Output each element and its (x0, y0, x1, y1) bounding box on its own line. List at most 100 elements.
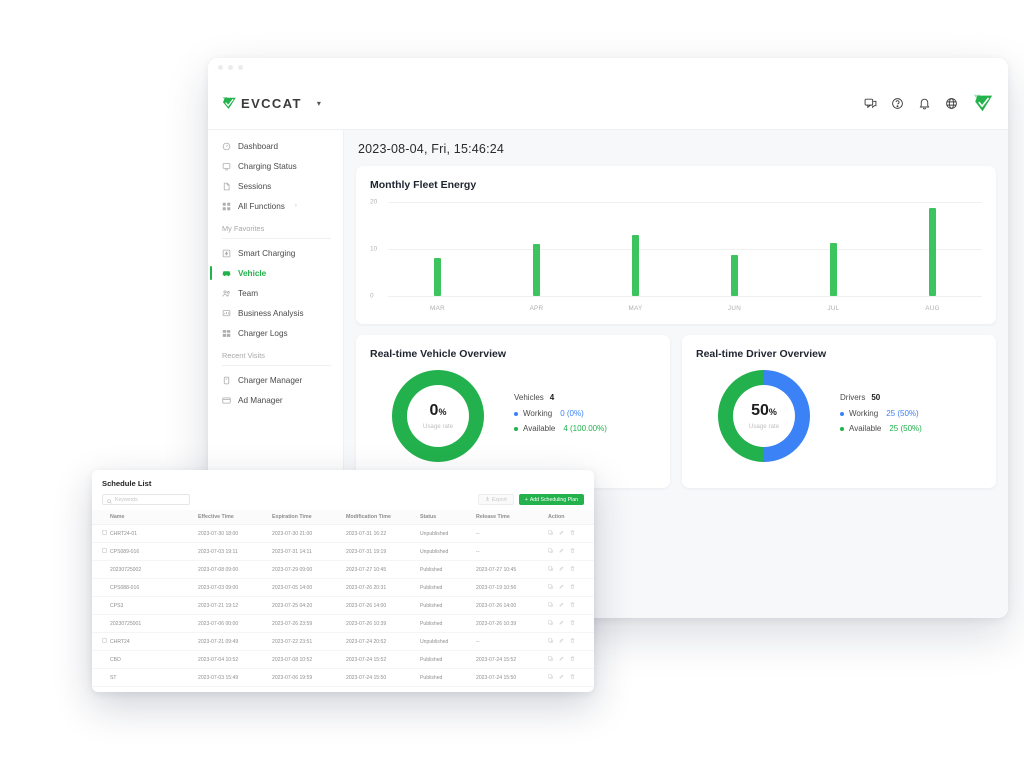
col-select (92, 510, 110, 525)
row-checkbox[interactable] (92, 560, 110, 579)
row-checkbox[interactable] (92, 632, 110, 651)
window-maximize-dot[interactable] (228, 64, 233, 70)
col-expiration[interactable]: Expiration Time (272, 510, 346, 525)
copy-icon[interactable] (548, 602, 553, 609)
chevron-right-icon: › (294, 203, 297, 209)
bar[interactable] (632, 234, 639, 296)
window-minimize-dot[interactable] (218, 64, 223, 70)
chevron-down-icon[interactable]: ▾ (317, 99, 321, 108)
chat-icon[interactable] (864, 97, 877, 110)
sidebar-item-charger-manager[interactable]: Charger Manager (208, 370, 343, 390)
export-button[interactable]: Export (477, 494, 514, 505)
edit-icon[interactable] (559, 602, 564, 609)
add-scheduling-plan-button[interactable]: + Add Scheduling Plan (518, 494, 584, 505)
table-row[interactable]: CHRT24-01 2023-07-30 18:00 2023-07-30 21:0… (92, 524, 594, 543)
sidebar-item-team[interactable]: Team (208, 283, 343, 303)
table-row[interactable]: CPS088-016 2023-07-03 09:00 2023-07-05 14:… (92, 578, 594, 597)
window-close-dot[interactable] (238, 64, 243, 70)
delete-icon[interactable] (570, 548, 575, 555)
sidebar-item-business-analysis[interactable]: Business Analysis (208, 303, 343, 323)
sidebar-item-ad-manager[interactable]: Ad Manager (208, 390, 343, 410)
bar-slot[interactable] (388, 202, 487, 296)
bar[interactable] (533, 244, 540, 296)
table-row[interactable]: 07242023-07-03 16:402023-07-05 15:272023… (92, 686, 594, 692)
search-input[interactable]: Keywords (102, 494, 190, 505)
copy-icon[interactable] (548, 566, 553, 573)
delete-icon[interactable] (570, 602, 575, 609)
copy-icon[interactable] (548, 530, 553, 537)
globe-icon[interactable] (945, 97, 958, 110)
edit-icon[interactable] (559, 584, 564, 591)
col-status[interactable]: Status (420, 510, 476, 525)
row-checkbox[interactable] (92, 524, 110, 543)
bar[interactable] (434, 258, 441, 296)
col-effective[interactable]: Effective Time (198, 510, 272, 525)
col-name[interactable]: Name (110, 510, 198, 525)
top-bar: EVCCAT ▾ (208, 76, 1008, 130)
bar-slot[interactable] (586, 202, 685, 296)
bar-slot[interactable] (685, 202, 784, 296)
table-header-row: Name Effective Time Expiration Time Modi… (92, 510, 594, 525)
table-row[interactable]: CHRT24 2023-07-21 09:49 2023-07-22 23:51 20… (92, 632, 594, 651)
sidebar-item-smart-charging[interactable]: Smart Charging (208, 243, 343, 263)
bar[interactable] (929, 208, 936, 296)
bell-icon[interactable] (918, 97, 931, 110)
row-checkbox[interactable] (92, 686, 110, 692)
row-checkbox[interactable] (92, 668, 110, 687)
copy-icon[interactable] (548, 584, 553, 591)
table-row[interactable]: 20230725001 2023-07-06 00:00 2023-07-26 23… (92, 614, 594, 633)
delete-icon[interactable] (570, 584, 575, 591)
delete-icon[interactable] (570, 530, 575, 537)
copy-icon[interactable] (548, 548, 553, 555)
help-icon[interactable] (891, 97, 904, 110)
bar[interactable] (830, 243, 837, 296)
bar-slot[interactable] (784, 202, 883, 296)
cell-effective-time: 2023-07-03 09:00 (198, 578, 272, 597)
edit-icon[interactable] (559, 530, 564, 537)
action-buttons (548, 602, 594, 609)
row-checkbox[interactable] (92, 578, 110, 597)
table-row[interactable]: CPS089-016 2023-07-03 19:11 2023-07-31 14:… (92, 542, 594, 561)
sidebar-divider-recent (222, 365, 331, 366)
sidebar-item-all-functions[interactable]: All Functions › (208, 196, 343, 216)
bar[interactable] (731, 255, 738, 296)
row-checkbox[interactable] (92, 650, 110, 669)
sidebar-item-vehicle[interactable]: Vehicle (208, 263, 343, 283)
delete-icon[interactable] (570, 566, 575, 573)
table-row[interactable]: CPS3 2023-07-21 19:12 2023-07-25 04:20 2023… (92, 596, 594, 615)
row-checkbox[interactable] (92, 596, 110, 615)
bar-slot[interactable] (487, 202, 586, 296)
edit-icon[interactable] (559, 638, 564, 645)
copy-icon[interactable] (548, 620, 553, 627)
copy-icon[interactable] (548, 656, 553, 663)
col-release[interactable]: Release Time (476, 510, 548, 525)
col-modification[interactable]: Modification Time (346, 510, 420, 525)
copy-icon[interactable] (548, 638, 553, 645)
sidebar-item-sessions[interactable]: Sessions (208, 176, 343, 196)
table-row[interactable]: 20230725002 2023-07-08 09:00 2023-07-29 09… (92, 560, 594, 579)
row-checkbox[interactable] (92, 542, 110, 561)
table-row[interactable]: CBD 2023-07-04 10:52 2023-07-08 10:52 2023-… (92, 650, 594, 669)
user-avatar[interactable] (972, 92, 994, 114)
sidebar-item-dashboard[interactable]: Dashboard (208, 136, 343, 156)
cell-status: Published (420, 650, 476, 669)
edit-icon[interactable] (559, 548, 564, 555)
edit-icon[interactable] (559, 566, 564, 573)
edit-icon[interactable] (559, 620, 564, 627)
edit-icon[interactable] (559, 656, 564, 663)
copy-icon[interactable] (548, 674, 553, 681)
delete-icon[interactable] (570, 638, 575, 645)
cell-expiration-time: 2023-07-05 14:00 (272, 578, 346, 597)
sidebar-item-charger-logs[interactable]: Charger Logs (208, 323, 343, 343)
brand-logo[interactable]: EVCCAT ▾ (220, 94, 321, 112)
sidebar-label: All Functions (238, 201, 285, 211)
edit-icon[interactable] (559, 674, 564, 681)
delete-icon[interactable] (570, 656, 575, 663)
row-checkbox[interactable] (92, 614, 110, 633)
cell-status: Published (420, 614, 476, 633)
sidebar-item-charging-status[interactable]: Charging Status (208, 156, 343, 176)
bar-slot[interactable] (883, 202, 982, 296)
table-row[interactable]: ST 2023-07-03 15:49 2023-07-06 19:59 2023-0… (92, 668, 594, 687)
delete-icon[interactable] (570, 620, 575, 627)
delete-icon[interactable] (570, 674, 575, 681)
